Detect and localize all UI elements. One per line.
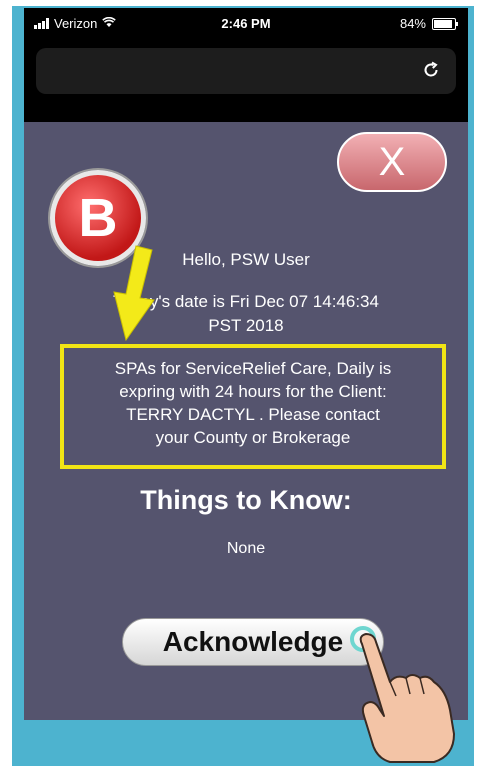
reload-icon[interactable] [420, 60, 442, 82]
alert-line: your County or Brokerage [155, 428, 351, 447]
arrow-icon [113, 245, 155, 342]
alert-line: TERRY DACTYL . Please contact [126, 405, 380, 424]
things-to-know-heading: Things to Know: [140, 485, 352, 515]
battery-icon [432, 17, 458, 30]
battery-percent: 84% [399, 16, 426, 31]
greeting-text: Hello, PSW User [182, 250, 310, 269]
status-right: 84% [399, 16, 458, 31]
url-bar[interactable] [36, 48, 456, 94]
acknowledge-button[interactable]: Acknowledge [122, 618, 384, 666]
alert-line: SPAs for ServiceRelief Care, Daily is [114, 359, 392, 378]
pointing-hand-icon [359, 633, 455, 763]
status-bar: Verizon 2:46 PM 84% [24, 8, 468, 42]
date-text: Today's date is Fri Dec 07 14:46:34 PST … [24, 290, 468, 338]
expiration-alert: SPAs for ServiceRelief Care, Daily is ex… [60, 344, 446, 469]
things-to-know-content: None [226, 540, 266, 557]
date-text-line2: PST 2018 [208, 316, 284, 335]
close-button[interactable]: X [337, 132, 447, 192]
alert-line: expring with 24 hours for the Client: [119, 382, 387, 401]
